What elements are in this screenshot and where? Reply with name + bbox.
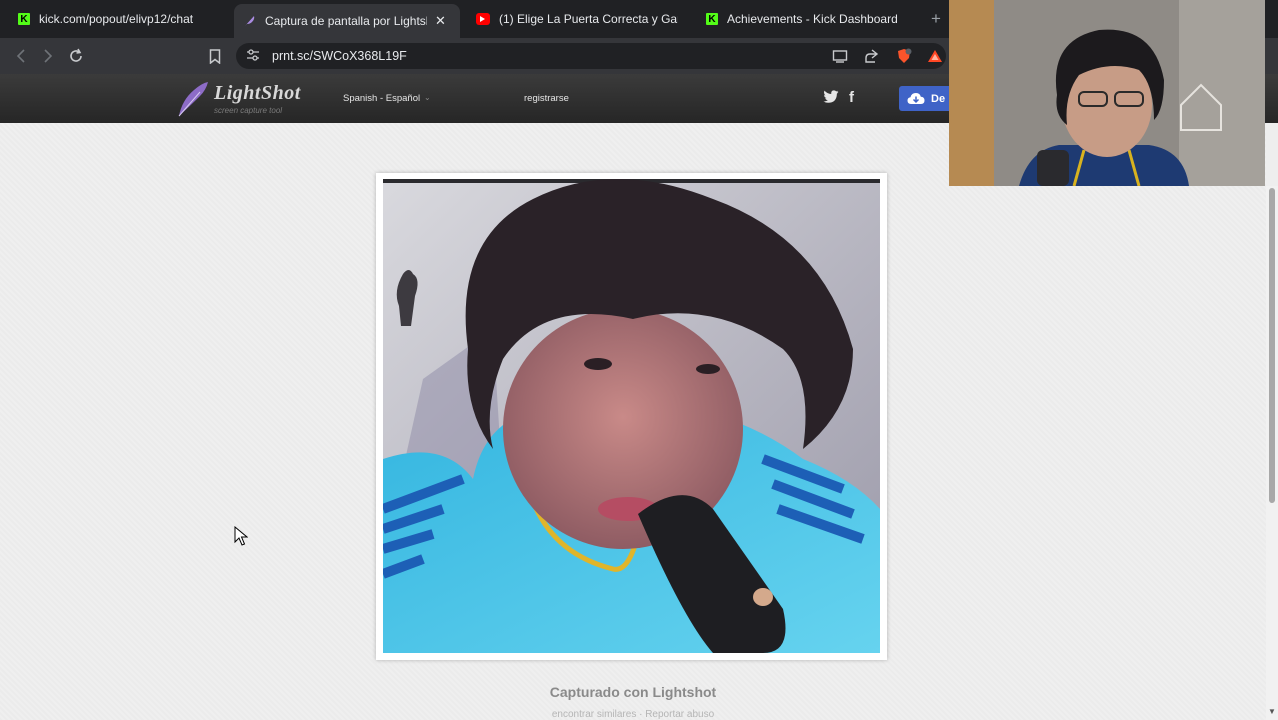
lightshot-feather-icon xyxy=(245,16,255,26)
bookmark-icon xyxy=(209,48,221,64)
webcam-overlay xyxy=(949,0,1265,186)
tab-youtube[interactable]: (1) Elige La Puerta Correcta y Gana - xyxy=(466,4,688,34)
lightshot-logo[interactable]: LightShot xyxy=(214,82,301,105)
brave-rewards-icon[interactable] xyxy=(927,48,943,64)
tab-kick-dashboard[interactable]: K Achievements - Kick Dashboard xyxy=(696,4,918,34)
cast-icon[interactable] xyxy=(832,48,848,64)
register-link[interactable]: registrarse xyxy=(524,93,569,104)
screenshot-page: Capturado con Lightshot encontrar simila… xyxy=(0,123,1266,720)
reload-button[interactable] xyxy=(65,45,87,67)
tab-label: Achievements - Kick Dashboard xyxy=(727,12,898,26)
forward-button[interactable] xyxy=(37,45,59,67)
screenshot-image[interactable] xyxy=(383,179,880,653)
lightshot-tagline: screen capture tool xyxy=(214,106,283,115)
page-scrollbar[interactable]: ▼ xyxy=(1266,186,1278,720)
new-tab-button[interactable]: + xyxy=(931,9,941,29)
footer-links[interactable]: encontrar similares · Reportar abuso xyxy=(0,709,1266,720)
lightshot-feather-icon[interactable] xyxy=(176,80,210,118)
screenshot-frame xyxy=(376,173,887,660)
youtube-icon xyxy=(476,13,490,25)
facebook-icon[interactable]: f xyxy=(849,89,854,106)
language-selector[interactable]: Spanish - Español xyxy=(343,93,420,104)
url-text[interactable]: prnt.sc/SWCoX368L19F xyxy=(272,49,407,63)
brave-shield-icon[interactable] xyxy=(896,48,912,64)
capture-caption: Capturado con Lightshot xyxy=(549,684,717,700)
webcam-feed xyxy=(949,0,1265,186)
tab-label: (1) Elige La Puerta Correcta y Gana - xyxy=(499,12,678,26)
download-label: De xyxy=(931,92,946,105)
kick-icon: K xyxy=(706,13,718,25)
kick-icon: K xyxy=(18,13,30,25)
twitter-icon[interactable] xyxy=(823,90,839,104)
tab-kick-chat[interactable]: K kick.com/popout/elivp12/chat xyxy=(8,4,230,34)
cloud-download-icon xyxy=(907,93,925,104)
tab-lightshot[interactable]: Captura de pantalla por Lightsho ✕ xyxy=(234,4,460,38)
chevron-down-icon[interactable]: ⌄ xyxy=(424,93,431,102)
chevron-right-icon xyxy=(44,49,53,63)
bookmark-button[interactable] xyxy=(204,45,226,67)
share-icon[interactable] xyxy=(863,48,879,64)
screenshot-photo xyxy=(383,179,880,653)
reload-icon xyxy=(70,48,82,62)
tab-label: kick.com/popout/elivp12/chat xyxy=(39,12,194,26)
site-settings-icon[interactable] xyxy=(246,48,260,62)
mouse-cursor-icon xyxy=(234,526,248,546)
close-tab-icon[interactable]: ✕ xyxy=(435,13,446,29)
scroll-down-arrow-icon[interactable]: ▼ xyxy=(1268,707,1276,716)
chevron-left-icon xyxy=(16,49,25,63)
scrollbar-thumb[interactable] xyxy=(1269,188,1275,503)
back-button[interactable] xyxy=(10,45,32,67)
tab-label: Captura de pantalla por Lightsho xyxy=(265,14,427,28)
